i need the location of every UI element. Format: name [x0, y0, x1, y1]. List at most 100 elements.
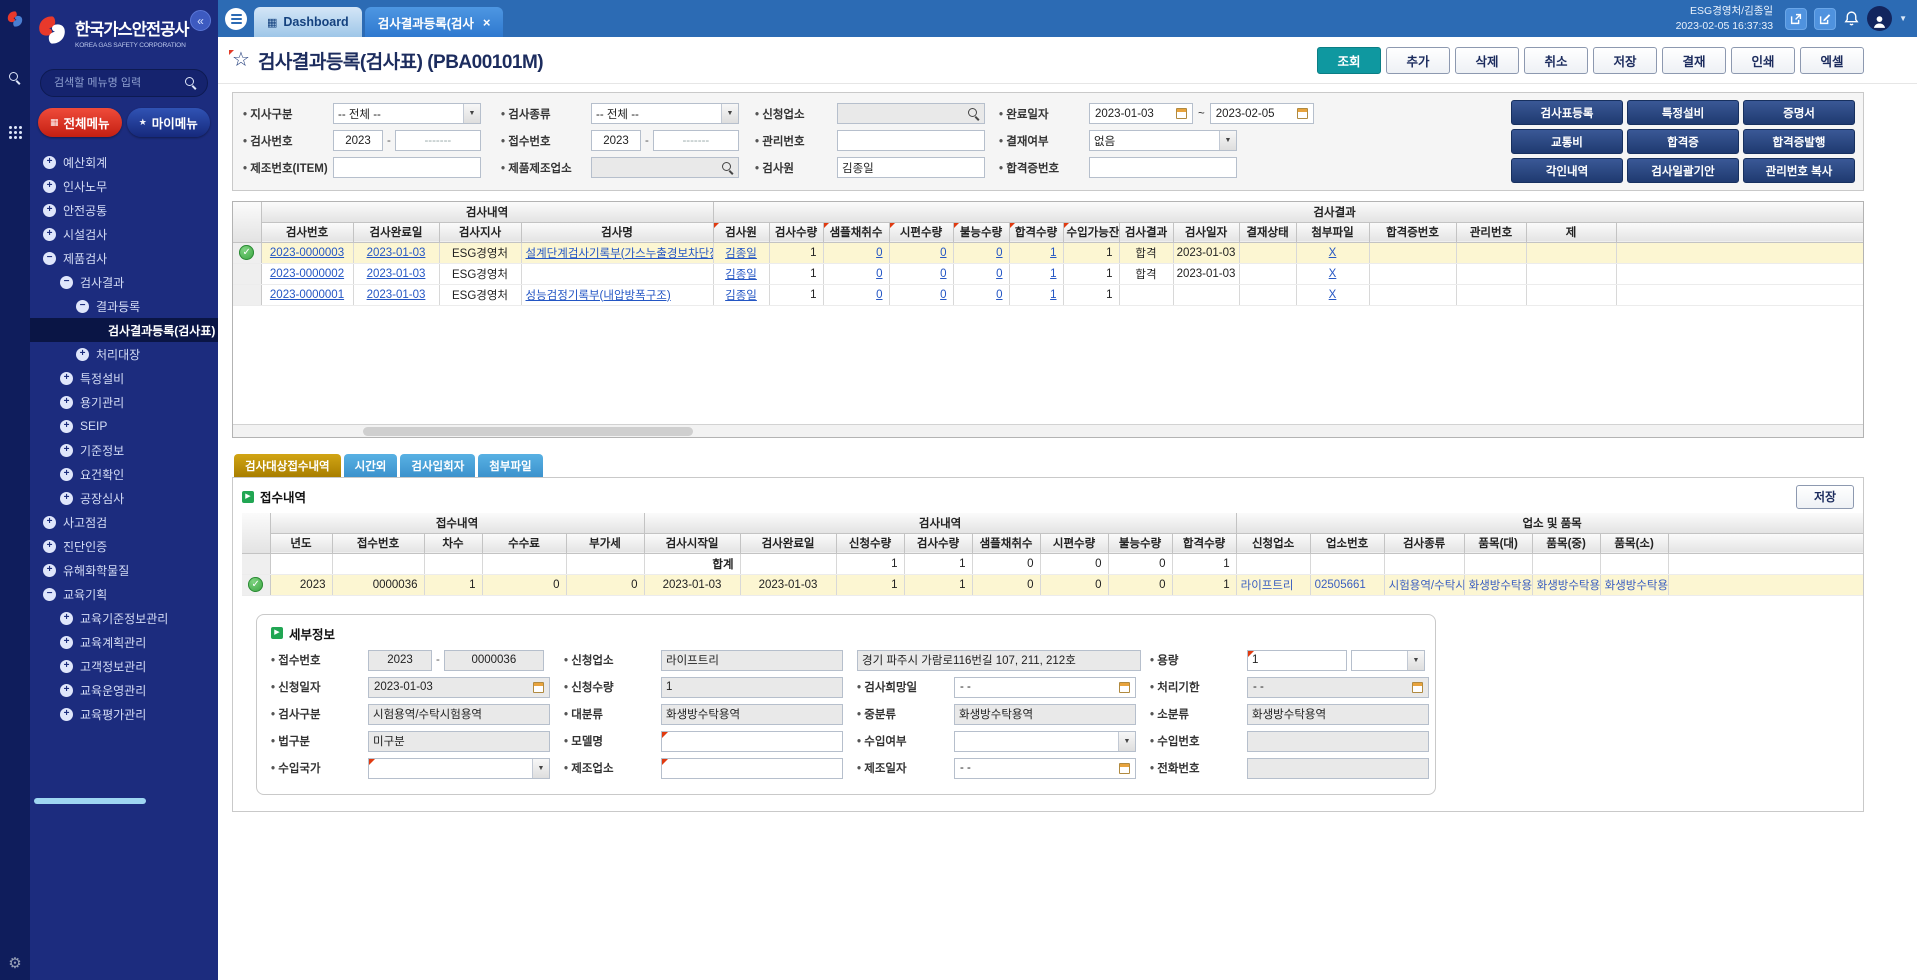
inspection-no-link[interactable]: 2023-0000002 — [270, 268, 344, 280]
column-header[interactable]: 검사종류 — [1384, 533, 1464, 553]
column-header[interactable]: 첨부파일 — [1296, 222, 1369, 242]
horizontal-scrollbar[interactable] — [233, 424, 1863, 437]
branch-select[interactable]: -- 전체 -- ▼ — [333, 103, 481, 124]
item-no-input[interactable] — [333, 157, 481, 178]
column-header[interactable]: 검사수량 — [769, 222, 823, 242]
hope-date-field[interactable]: - - — [954, 677, 1136, 698]
fail-count-link[interactable]: 0 — [996, 247, 1002, 259]
edit-icon[interactable] — [1814, 8, 1836, 30]
column-header[interactable]: 수수료 — [482, 533, 566, 553]
sidebar-item[interactable]: + 시설검사 — [30, 222, 218, 246]
menu-scrollbar[interactable] — [34, 798, 146, 804]
column-header[interactable]: 부가세 — [566, 533, 644, 553]
column-header[interactable]: 검사완료일 — [740, 533, 836, 553]
expand-icon[interactable]: + — [60, 468, 73, 481]
column-header[interactable]: 검사완료일 — [353, 222, 439, 242]
chevron-down-icon[interactable]: ▼ — [1899, 14, 1907, 23]
expand-icon[interactable]: + — [43, 156, 56, 169]
sidebar-item[interactable]: + 교육평가관리 — [30, 702, 218, 726]
inspection-row[interactable]: ✓ 2023-0000003 2023-01-03 ESG경영처 설계단계검사기… — [233, 242, 1864, 263]
column-header[interactable]: 불능수량 — [953, 222, 1009, 242]
column-header[interactable]: 합격수량 — [1009, 222, 1063, 242]
column-header[interactable]: 검사일자 — [1173, 222, 1239, 242]
sidebar-item[interactable]: + 사고점검 — [30, 510, 218, 534]
expand-icon[interactable]: + — [43, 516, 56, 529]
sidebar-item[interactable]: + 고객정보관리 — [30, 654, 218, 678]
inspection-kind-select[interactable]: -- 전체 -- ▼ — [591, 103, 739, 124]
filter-action-button[interactable]: 합격증발행 — [1743, 129, 1855, 154]
detail-applicant-input[interactable] — [661, 650, 843, 671]
specimen-count-link[interactable]: 0 — [940, 247, 946, 259]
inspection-row[interactable]: ✓ 2023-0000001 2023-01-03 ESG경영처 성능검정기록부… — [233, 284, 1864, 305]
tab-close-icon[interactable]: × — [483, 15, 491, 30]
inspection-name-link[interactable]: 설계단계검사기록부(가스누출경보차단장치) — [526, 248, 714, 260]
column-header[interactable]: 수입가능잔량 — [1063, 222, 1119, 242]
calendar-icon[interactable] — [533, 682, 544, 693]
expand-icon[interactable]: + — [43, 564, 56, 577]
capacity-unit-select[interactable]: ▼ — [1351, 650, 1425, 671]
complete-date-from[interactable]: 2023-01-03 — [1089, 103, 1193, 124]
category-small-input[interactable] — [1247, 704, 1429, 725]
column-header[interactable]: 차수 — [424, 533, 482, 553]
expand-icon[interactable]: + — [60, 444, 73, 457]
column-header[interactable]: 검사지사 — [439, 222, 521, 242]
apply-date-field[interactable]: 2023-01-03 — [368, 677, 550, 698]
detail-tab[interactable]: 시간외 — [344, 454, 398, 477]
detail-tab[interactable]: 검사대상접수내역 — [234, 454, 341, 477]
capacity-input[interactable] — [1247, 650, 1347, 671]
column-header[interactable]: 품목(대) — [1464, 533, 1532, 553]
expand-icon[interactable]: + — [43, 540, 56, 553]
expand-icon[interactable]: + — [60, 372, 73, 385]
sidebar-item[interactable]: 검사결과등록(검사표) — [30, 318, 218, 342]
column-header[interactable]: 샘플채취수 — [823, 222, 889, 242]
all-menu-button[interactable]: ▦ 전체메뉴 — [38, 108, 122, 137]
sidebar-item[interactable]: + 기준정보 — [30, 438, 218, 462]
tab[interactable]: ▦ Dashboard × — [254, 7, 362, 37]
filter-action-button[interactable]: 각인내역 — [1511, 158, 1623, 183]
deadline-field[interactable]: - - — [1247, 677, 1429, 698]
menu-search-input[interactable] — [40, 69, 208, 97]
expand-icon[interactable]: + — [60, 612, 73, 625]
sidebar-item[interactable]: + 처리대장 — [30, 342, 218, 366]
manage-no-input[interactable] — [837, 130, 985, 151]
manufacturer-input[interactable] — [661, 758, 843, 779]
expand-icon[interactable]: + — [76, 348, 89, 361]
specimen-count-link[interactable]: 0 — [940, 268, 946, 280]
inspector-link[interactable]: 김종일 — [725, 290, 757, 302]
toolbar-button[interactable]: 추가 — [1386, 47, 1450, 74]
search-icon[interactable] — [968, 108, 980, 120]
expand-icon[interactable]: + — [60, 684, 73, 697]
sidebar-item[interactable]: + 요건확인 — [30, 462, 218, 486]
sidebar-item[interactable]: + 교육계획관리 — [30, 630, 218, 654]
inspection-row[interactable]: ✓ 2023-0000002 2023-01-03 ESG경영처 김종일 1 0… — [233, 263, 1864, 284]
column-header[interactable]: 년도 — [270, 533, 332, 553]
rail-apps-icon[interactable] — [6, 123, 24, 141]
category-mid-input[interactable] — [954, 704, 1136, 725]
column-header[interactable]: 신청수량 — [836, 533, 904, 553]
sidebar-item[interactable]: + 진단인증 — [30, 534, 218, 558]
inspector-link[interactable]: 김종일 — [725, 248, 757, 260]
sidebar-item[interactable]: + 공장심사 — [30, 486, 218, 510]
toolbar-button[interactable]: 저장 — [1593, 47, 1657, 74]
toolbar-button[interactable]: 결재 — [1662, 47, 1726, 74]
inspection-gubun-input[interactable] — [368, 704, 550, 725]
expand-icon[interactable]: + — [60, 660, 73, 673]
settings-gear-icon[interactable]: ⚙ — [0, 954, 30, 972]
category-large-input[interactable] — [661, 704, 843, 725]
column-header[interactable]: 결재상태 — [1239, 222, 1296, 242]
expand-icon[interactable]: + — [60, 708, 73, 721]
column-header[interactable]: 관리번호 — [1456, 222, 1526, 242]
expand-icon[interactable]: + — [60, 420, 73, 433]
column-header[interactable]: 검사시작일 — [644, 533, 740, 553]
inspection-no-link[interactable]: 2023-0000003 — [270, 247, 344, 259]
receipt-no-year-input[interactable] — [591, 130, 641, 151]
column-header[interactable]: 합격수량 — [1172, 533, 1236, 553]
toolbar-button[interactable]: 조회 — [1317, 47, 1381, 74]
calendar-icon[interactable] — [1119, 763, 1130, 774]
filter-action-button[interactable]: 검사표등록 — [1511, 100, 1623, 125]
filter-action-button[interactable]: 합격증 — [1627, 129, 1739, 154]
expand-icon[interactable]: + — [60, 396, 73, 409]
column-header[interactable]: 불능수량 — [1108, 533, 1172, 553]
scrollbar-thumb[interactable] — [363, 427, 693, 436]
expand-icon[interactable]: − — [43, 252, 56, 265]
